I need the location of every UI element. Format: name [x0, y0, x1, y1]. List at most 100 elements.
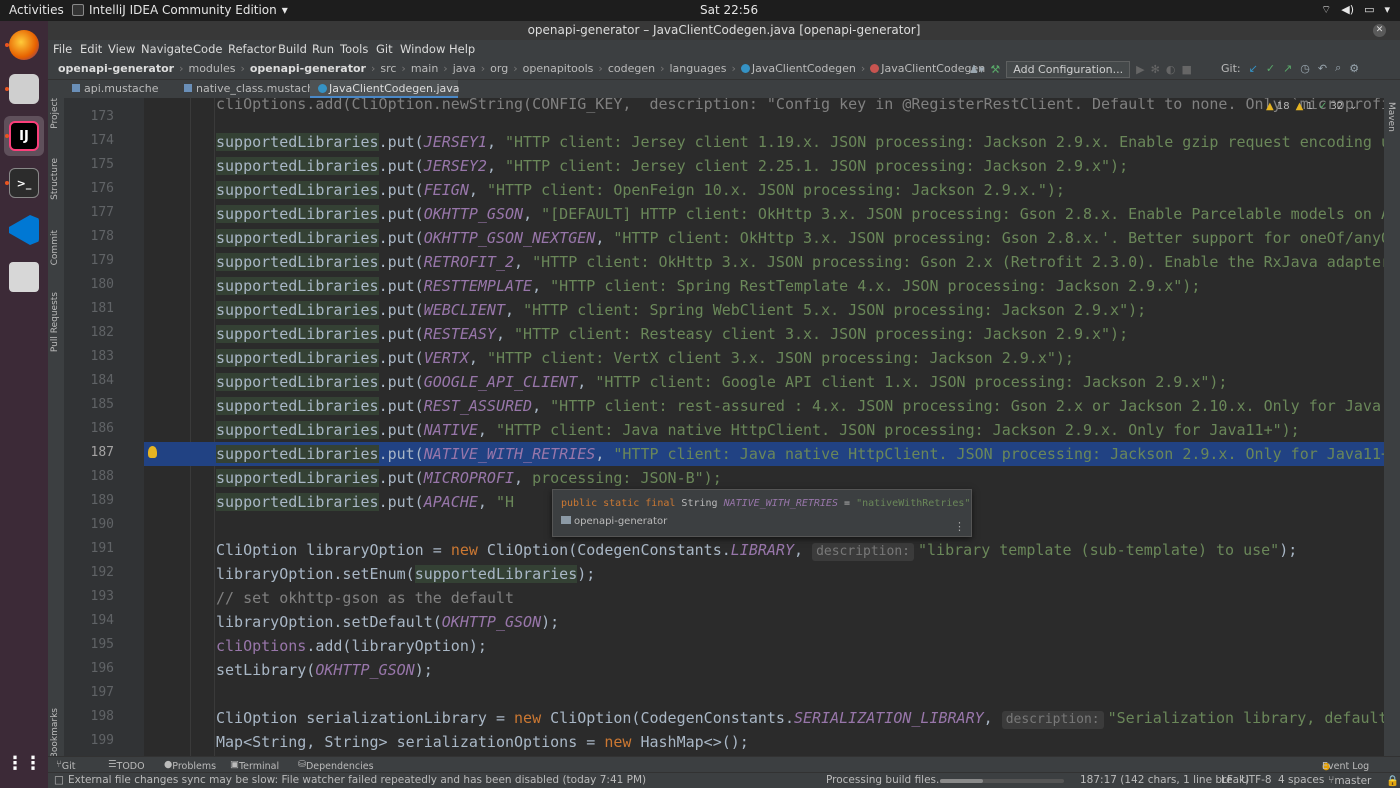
app-menu[interactable]: IntelliJ IDEA Community Edition ▾ — [72, 3, 288, 17]
menu-help[interactable]: Help — [449, 42, 475, 56]
settings-icon[interactable]: ⚙ — [1349, 62, 1359, 75]
code-line[interactable]: supportedLibraries.put(JERSEY2, "HTTP cl… — [144, 154, 1384, 178]
code-line[interactable]: supportedLibraries.put(OKHTTP_GSON_NEXTG… — [144, 226, 1384, 250]
clock[interactable]: Sat 22:56 — [700, 3, 758, 17]
line-number[interactable]: 173 — [64, 109, 114, 124]
tool-window-pull-requests[interactable]: Pull Requests — [50, 292, 60, 352]
line-number[interactable]: 196 — [64, 661, 114, 676]
code-line[interactable]: supportedLibraries.put(RESTTEMPLATE, "HT… — [144, 274, 1384, 298]
menu-code[interactable]: Code — [193, 42, 222, 56]
tab-java-client-codegen[interactable]: JavaClientCodegen.java — [310, 80, 460, 98]
breadcrumb-item[interactable]: languages — [669, 62, 726, 75]
code-line[interactable]: CliOption serializationLibrary = new Cli… — [144, 706, 1384, 730]
close-icon[interactable]: ✕ — [1373, 24, 1386, 37]
code-line[interactable]: supportedLibraries.put(RESTEASY, "HTTP c… — [144, 322, 1384, 346]
line-number[interactable]: 175 — [64, 157, 114, 172]
code-line[interactable]: supportedLibraries.put(REST_ASSURED, "HT… — [144, 394, 1384, 418]
editor-gutter[interactable]: 173 174 175 176 177 178 179 180 181 182 183 184 185 1… — [64, 98, 144, 756]
intention-bulb-icon[interactable] — [148, 446, 157, 458]
tool-window-todo[interactable]: ☰ TODO — [108, 759, 145, 772]
menu-file[interactable]: File — [53, 42, 72, 56]
system-tray[interactable]: ⌔ ◀) ▭ ▾ — [1321, 3, 1390, 17]
line-number[interactable]: 182 — [64, 325, 114, 340]
status-encoding[interactable]: UTF-8 — [1241, 774, 1272, 786]
code-line[interactable]: supportedLibraries.put(RETROFIT_2, "HTTP… — [144, 250, 1384, 274]
push-icon[interactable]: ↗ — [1283, 62, 1292, 75]
status-message[interactable]: External file changes sync may be slow: … — [68, 774, 646, 786]
coverage-icon[interactable]: ◐ — [1166, 63, 1176, 76]
menu-build[interactable]: Build — [278, 42, 307, 56]
menu-navigate[interactable]: Navigate — [141, 42, 193, 56]
breadcrumb-item[interactable]: modules — [188, 62, 235, 75]
search-icon[interactable]: ⌕ — [1335, 61, 1341, 75]
breadcrumb-item[interactable]: JavaClientCodegen — [740, 62, 856, 75]
menu-git[interactable]: Git — [376, 42, 393, 56]
line-number[interactable]: 190 — [64, 517, 114, 532]
code-line[interactable]: supportedLibraries.put(WEBCLIENT, "HTTP … — [144, 298, 1384, 322]
status-branch[interactable]: ⑂ master — [1328, 774, 1371, 787]
tool-window-structure[interactable]: Structure — [50, 158, 60, 200]
user-icon[interactable]: ♟▾ — [969, 63, 984, 76]
code-line[interactable]: CliOption libraryOption = new CliOption(… — [144, 538, 1384, 562]
breadcrumb-item[interactable]: openapitools — [523, 62, 594, 75]
tool-window-maven[interactable]: Maven — [1386, 102, 1396, 132]
menu-view[interactable]: View — [108, 42, 135, 56]
code-line[interactable]: supportedLibraries.put(JERSEY1, "HTTP cl… — [144, 130, 1384, 154]
line-number[interactable]: 185 — [64, 397, 114, 412]
breadcrumb-item[interactable]: java — [453, 62, 476, 75]
line-number[interactable]: 194 — [64, 613, 114, 628]
breadcrumb-item[interactable]: openapi-generator — [58, 62, 174, 75]
dock-camera[interactable] — [4, 257, 44, 297]
status-expand-icon[interactable]: □ — [54, 774, 64, 786]
dock-intellij[interactable]: IJ — [4, 116, 44, 156]
line-number[interactable]: 174 — [64, 133, 114, 148]
stop-icon[interactable]: ■ — [1181, 63, 1191, 76]
menu-tools[interactable]: Tools — [340, 42, 368, 56]
line-number[interactable]: 191 — [64, 541, 114, 556]
line-number[interactable]: 178 — [64, 229, 114, 244]
tool-window-dependencies[interactable]: ⛁ Dependencies — [298, 759, 374, 772]
tool-window-git[interactable]: ⑂ Git — [56, 759, 75, 772]
add-configuration-button[interactable]: Add Configuration... — [1006, 61, 1131, 78]
code-line[interactable]: supportedLibraries.put(GOOGLE_API_CLIENT… — [144, 370, 1384, 394]
tab-api-mustache[interactable]: api.mustache — [64, 80, 174, 98]
code-line[interactable]: setLibrary(OKHTTP_GSON); — [144, 658, 1384, 682]
breadcrumb-item[interactable]: main — [411, 62, 438, 75]
quick-documentation-popup[interactable]: public static final String NATIVE_WITH_R… — [552, 489, 972, 537]
run-icon[interactable]: ▶ — [1136, 63, 1144, 76]
status-lock-icon[interactable]: 🔒 — [1386, 774, 1399, 787]
tool-window-problems[interactable]: ● Problems — [164, 759, 216, 772]
build-hammer-icon[interactable]: ⚒ — [990, 63, 1000, 76]
line-number[interactable]: 184 — [64, 373, 114, 388]
breadcrumb-item[interactable]: codegen — [608, 62, 655, 75]
inspection-summary[interactable]: ▲ 18 ▲ 1 ✓ 32 ⌄ — [1266, 101, 1358, 112]
debug-icon[interactable]: ✻ — [1151, 63, 1160, 76]
code-line[interactable]: supportedLibraries.put(NATIVE_WITH_RETRI… — [144, 442, 1384, 466]
code-line[interactable]: supportedLibraries.put(FEIGN, "HTTP clie… — [144, 178, 1384, 202]
tool-window-terminal[interactable]: ▣ Terminal — [230, 759, 279, 772]
line-number[interactable]: 176 — [64, 181, 114, 196]
status-indent[interactable]: 4 spaces — [1278, 774, 1324, 786]
code-line[interactable]: cliOptions.add(libraryOption); — [144, 634, 1384, 658]
rollback-icon[interactable]: ↶ — [1318, 62, 1327, 75]
code-line[interactable]: supportedLibraries.put(NATIVE, "HTTP cli… — [144, 418, 1384, 442]
status-line-separator[interactable]: LF — [1221, 774, 1233, 786]
breadcrumb-item[interactable]: JavaClientCodegen — [870, 62, 985, 75]
code-line[interactable]: supportedLibraries.put(OKHTTP_GSON, "[DE… — [144, 202, 1384, 226]
line-number[interactable]: 189 — [64, 493, 114, 508]
code-line[interactable]: // set okhttp-gson as the default — [144, 586, 1384, 610]
code-line[interactable]: libraryOption.setEnum(supportedLibraries… — [144, 562, 1384, 586]
dock-files[interactable] — [4, 69, 44, 109]
line-number[interactable]: 186 — [64, 421, 114, 436]
tool-window-bookmarks[interactable]: Bookmarks — [50, 708, 60, 758]
code-editor[interactable]: cliOptions.add(CliOption.newString(CONFI… — [144, 98, 1384, 756]
menu-window[interactable]: Window — [400, 42, 445, 56]
line-number[interactable]: 187 — [64, 445, 114, 460]
tab-native-class-mustache[interactable]: native_class.mustache — [176, 80, 321, 98]
line-number[interactable]: 197 — [64, 685, 114, 700]
history-icon[interactable]: ◷ — [1300, 62, 1310, 75]
more-options-icon[interactable]: ⋮ — [954, 520, 965, 533]
code-line[interactable]: supportedLibraries.put(MICROPROFI, proce… — [144, 466, 1384, 490]
line-number[interactable]: 177 — [64, 205, 114, 220]
window-titlebar[interactable]: openapi-generator – JavaClientCodegen.ja… — [48, 21, 1400, 40]
